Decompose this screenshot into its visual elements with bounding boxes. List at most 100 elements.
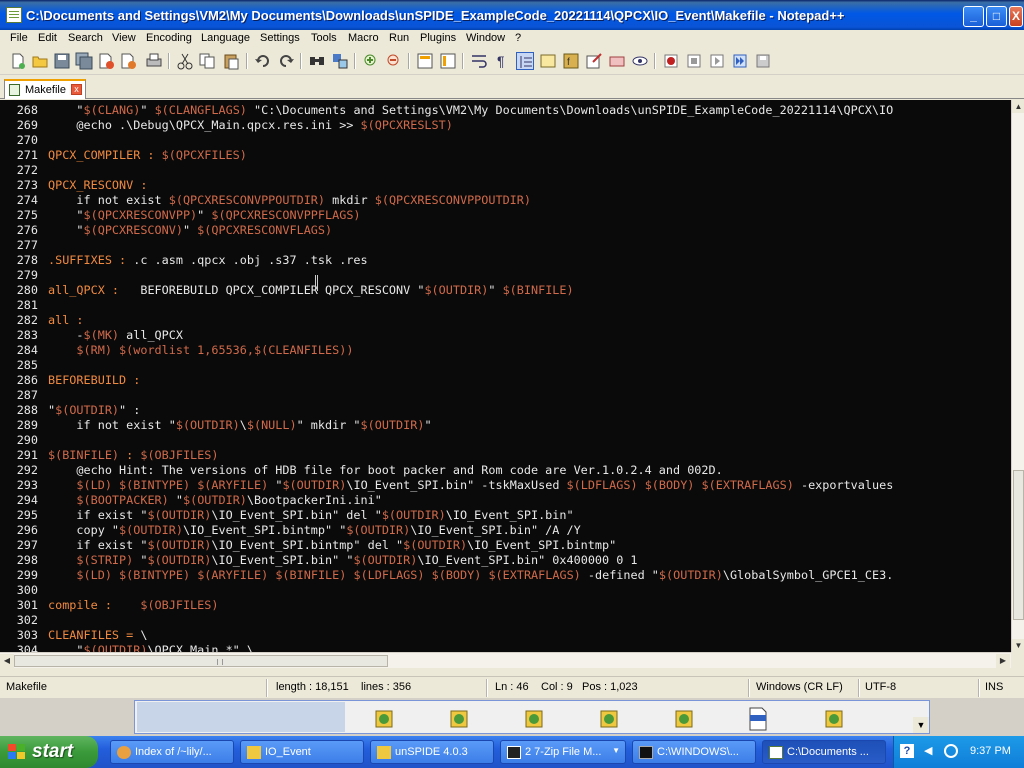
shortcut-icon[interactable] (448, 707, 470, 731)
zoom-out-icon[interactable] (385, 52, 403, 70)
code-line[interactable] (48, 358, 1011, 373)
code-line[interactable]: BEFOREBUILD : (48, 373, 1011, 388)
undo-icon[interactable] (254, 52, 272, 70)
folder-workspace-icon[interactable] (585, 52, 603, 70)
monitoring-icon[interactable] (608, 52, 626, 70)
code-line[interactable] (48, 388, 1011, 403)
eye-icon[interactable] (631, 52, 649, 70)
menu-macro[interactable]: Macro (348, 32, 379, 44)
line-number[interactable]: 281 (0, 298, 38, 313)
line-number[interactable]: 272 (0, 163, 38, 178)
line-number[interactable]: 283 (0, 328, 38, 343)
replace-icon[interactable] (331, 52, 349, 70)
taskbar-item-notepad[interactable]: C:\Documents ... (762, 740, 886, 764)
code-line[interactable]: copy "$(OUTDIR)\IO_Event_SPI.bintmp" "$(… (48, 523, 1011, 538)
code-line[interactable] (48, 163, 1011, 178)
scroll-left-arrow-icon[interactable]: ◀ (0, 654, 14, 668)
shortcut-icon[interactable] (373, 707, 395, 731)
line-number[interactable]: 295 (0, 508, 38, 523)
menu-view[interactable]: View (112, 32, 136, 44)
copy-icon[interactable] (198, 52, 216, 70)
line-number[interactable]: 284 (0, 343, 38, 358)
word-wrap-icon[interactable] (470, 52, 488, 70)
line-number[interactable]: 301 (0, 598, 38, 613)
line-number[interactable]: 274 (0, 193, 38, 208)
status-encoding[interactable]: UTF-8 (865, 681, 896, 693)
code-line[interactable]: "$(QPCXRESCONVPP)" $(QPCXRESCONVPPFLAGS) (48, 208, 1011, 223)
redo-icon[interactable] (277, 52, 295, 70)
close-icon[interactable] (97, 52, 115, 70)
help-icon[interactable]: ? (900, 744, 914, 758)
line-number[interactable]: 287 (0, 388, 38, 403)
line-number[interactable]: 282 (0, 313, 38, 328)
code-line[interactable]: $(RM) $(wordlist 1,65536,$(CLEANFILES)) (48, 343, 1011, 358)
line-number[interactable]: 275 (0, 208, 38, 223)
code-line[interactable]: all : (48, 313, 1011, 328)
doc-map-icon[interactable] (539, 52, 557, 70)
menu-tools[interactable]: Tools (311, 32, 337, 44)
menu-edit[interactable]: Edit (38, 32, 57, 44)
line-number[interactable]: 270 (0, 133, 38, 148)
code-line[interactable]: CLEANFILES = \ (48, 628, 1011, 643)
line-number[interactable]: 277 (0, 238, 38, 253)
scroll-up-arrow-icon[interactable]: ▲ (1012, 100, 1024, 113)
code-line[interactable] (48, 133, 1011, 148)
line-number[interactable]: 279 (0, 268, 38, 283)
menu-window[interactable]: Window (466, 32, 505, 44)
network-icon[interactable] (944, 744, 958, 758)
line-number[interactable]: 273 (0, 178, 38, 193)
tab-close-icon[interactable]: x (71, 84, 82, 95)
maximize-button[interactable]: □ (986, 6, 1007, 27)
indent-guide-icon[interactable] (516, 52, 534, 70)
taskbar-item-io-event[interactable]: IO_Event (240, 740, 364, 764)
line-number[interactable]: 303 (0, 628, 38, 643)
line-number[interactable]: 297 (0, 538, 38, 553)
save-icon[interactable] (53, 52, 71, 70)
line-number[interactable]: 292 (0, 463, 38, 478)
line-number[interactable]: 276 (0, 223, 38, 238)
tab-makefile[interactable]: Makefile x (4, 79, 86, 99)
close-button[interactable]: X (1009, 6, 1023, 27)
paste-icon[interactable] (222, 52, 240, 70)
sync-vertical-icon[interactable] (416, 52, 434, 70)
run-macro-multiple-icon[interactable] (731, 52, 749, 70)
close-all-icon[interactable] (119, 52, 137, 70)
horizontal-scrollbar[interactable]: ◀ ▶ (0, 652, 1011, 668)
line-number[interactable]: 302 (0, 613, 38, 628)
menu-settings[interactable]: Settings (260, 32, 300, 44)
menu-help[interactable]: ? (515, 32, 521, 44)
shortcut-icon[interactable] (823, 707, 845, 731)
code-line[interactable]: "$(OUTDIR)\QPCX_Main.*" \ (48, 643, 1011, 652)
code-line[interactable]: $(LD) $(BINTYPE) $(ARYFILE) $(BINFILE) $… (48, 568, 1011, 583)
line-number[interactable]: 269 (0, 118, 38, 133)
code-line[interactable]: "$(QPCXRESCONV)" $(QPCXRESCONVFLAGS) (48, 223, 1011, 238)
shortcut-icon[interactable] (523, 707, 545, 731)
code-line[interactable] (48, 583, 1011, 598)
code-line[interactable]: "$(OUTDIR)" : (48, 403, 1011, 418)
code-line[interactable] (48, 613, 1011, 628)
code-line[interactable]: @echo Hint: The versions of HDB file for… (48, 463, 1011, 478)
code-area[interactable]: "$(CLANG)" $(CLANGFLAGS) "C:\Documents a… (48, 100, 1011, 652)
line-number[interactable]: 289 (0, 418, 38, 433)
code-line[interactable]: QPCX_COMPILER : $(QPCXFILES) (48, 148, 1011, 163)
menu-file[interactable]: File (10, 32, 28, 44)
horizontal-scroll-thumb[interactable] (14, 655, 388, 667)
code-line[interactable]: -$(MK) all_QPCX (48, 328, 1011, 343)
code-line[interactable] (48, 238, 1011, 253)
code-line[interactable]: compile : $(OBJFILES) (48, 598, 1011, 613)
find-icon[interactable] (308, 52, 326, 70)
stop-macro-icon[interactable] (685, 52, 703, 70)
cut-icon[interactable] (176, 52, 194, 70)
code-line[interactable]: all_QPCX : BEFOREBUILD QPCX_COMPILER QPC… (48, 283, 1011, 298)
vertical-scrollbar[interactable]: ▲ ▼ (1011, 100, 1024, 652)
menu-language[interactable]: Language (201, 32, 250, 44)
line-number[interactable]: 290 (0, 433, 38, 448)
line-number[interactable]: 299 (0, 568, 38, 583)
line-number[interactable]: 300 (0, 583, 38, 598)
menu-encoding[interactable]: Encoding (146, 32, 192, 44)
line-number[interactable]: 285 (0, 358, 38, 373)
code-line[interactable]: "$(CLANG)" $(CLANGFLAGS) "C:\Documents a… (48, 103, 1011, 118)
new-file-icon[interactable] (9, 52, 27, 70)
menu-plugins[interactable]: Plugins (420, 32, 456, 44)
panel-dropdown-icon[interactable]: ▼ (913, 717, 929, 733)
